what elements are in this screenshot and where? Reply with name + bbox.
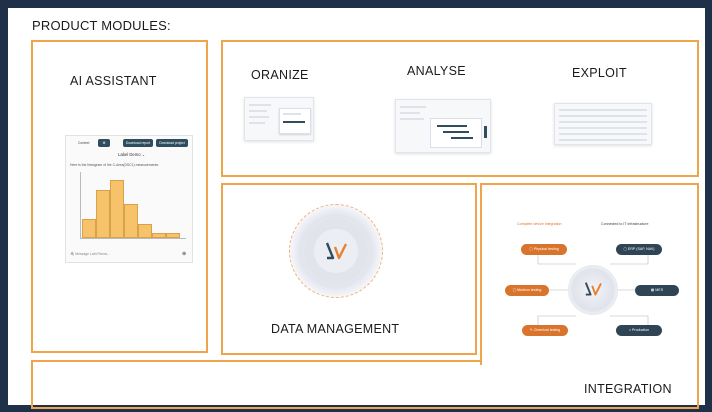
data-management-logo — [289, 204, 383, 298]
integration-hub — [568, 265, 618, 315]
organize-label: ORANIZE — [251, 68, 309, 82]
settings-button[interactable]: ⚙ — [98, 139, 110, 147]
integration-left-header: Complete device integration — [517, 222, 562, 226]
node-physical-testing[interactable]: ▢ Physical testing — [521, 244, 567, 255]
tab-context[interactable]: Context — [78, 139, 89, 147]
ai-assistant-title: AI ASSISTANT — [70, 74, 157, 88]
node-label: ERP (SAP, NAV) — [627, 247, 655, 251]
analyse-label: ANALYSE — [407, 64, 466, 78]
histogram-bar — [82, 218, 96, 238]
exploit-label: EXPLOIT — [572, 66, 627, 80]
histogram-bar — [96, 189, 110, 238]
node-label: Physical testing — [533, 247, 559, 251]
attach-icon[interactable]: 🖇 — [70, 252, 74, 256]
ai-assistant-screenshot: Context ⚙ Download report Download proje… — [65, 135, 193, 263]
download-report-button[interactable]: Download report — [123, 139, 153, 147]
histogram-bar — [110, 180, 124, 238]
node-production[interactable]: ⌂ Production — [616, 325, 662, 336]
node-erp[interactable]: ▢ ERP (SAP, NAV) — [616, 244, 662, 255]
integration-right-header: Connected to IT infrastructure — [601, 222, 649, 226]
histogram-bar — [138, 223, 152, 238]
node-label: Production — [631, 328, 650, 332]
integration-title: INTEGRATION — [584, 382, 672, 396]
project-selector[interactable]: Label Demo ⌄ — [118, 152, 145, 157]
data-management-title: DATA MANAGEMENT — [271, 322, 400, 336]
histogram — [74, 172, 186, 242]
lv-logo-icon — [584, 282, 602, 296]
histogram-bar — [166, 233, 180, 238]
node-label: MES — [655, 288, 664, 292]
histogram-bar — [152, 233, 166, 238]
chevron-down-icon: ⌄ — [141, 152, 146, 157]
node-medium-testing[interactable]: ▢ Medium testing — [505, 285, 549, 296]
lv-logo-icon — [325, 242, 348, 260]
canvas: PRODUCT MODULES: AI ASSISTANT Context ⚙ … — [8, 8, 705, 409]
node-label: Chemical testing — [533, 328, 561, 332]
page-title: PRODUCT MODULES: — [32, 18, 171, 33]
node-chemical-testing[interactable]: ✎ Chemical testing — [522, 325, 568, 336]
message-placeholder: Message LabVTerms... — [75, 252, 110, 256]
send-icon[interactable]: ⊕ — [182, 251, 186, 257]
download-project-button[interactable]: Download project — [156, 139, 188, 147]
prompt-text: Here is the histogram of the C-Area(DSC1… — [70, 163, 159, 167]
analyse-screenshot — [395, 99, 491, 153]
exploit-screenshot — [554, 103, 652, 145]
histogram-bar — [124, 204, 138, 238]
integration-divider — [31, 360, 482, 362]
node-mes[interactable]: ▦ MES — [635, 285, 679, 296]
node-label: Medium testing — [517, 288, 542, 292]
project-selector-label: Label Demo — [118, 152, 141, 157]
message-input[interactable]: 🖇 Message LabVTerms... — [70, 252, 110, 256]
organize-screenshot — [244, 97, 314, 141]
